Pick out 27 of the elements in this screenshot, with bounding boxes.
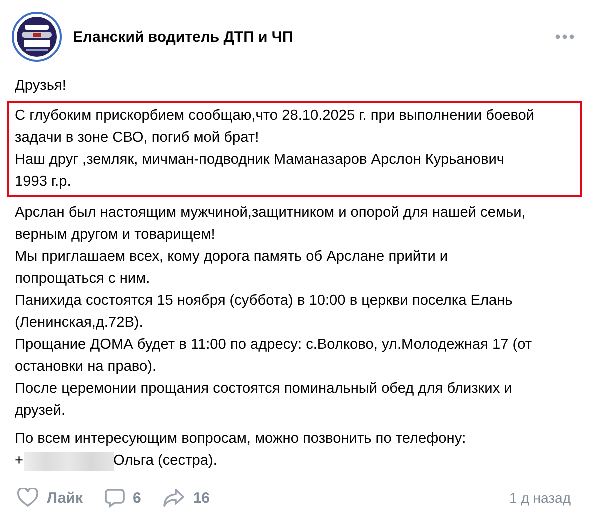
post-text: 1993 г.р. (15, 173, 72, 192)
post-time[interactable]: 1 д назад (510, 490, 571, 506)
post-text: Ольга (сестра). (114, 452, 218, 471)
post-text: По всем интересующим вопросам, можно позвонить по телефону: (15, 430, 468, 449)
post-text: задачи в зоне СВО, погиб мой брат! (15, 129, 260, 148)
post-text: остановки на право). (15, 358, 158, 377)
post-text: После церемонии прощания состоятся поминальный обед для близких и (15, 380, 514, 399)
like-button[interactable]: Лайк (17, 488, 83, 508)
author-name[interactable]: Еланский водитель ДТП и ЧП (73, 28, 555, 46)
post-text: друзей. (15, 402, 67, 421)
more-icon[interactable] (555, 34, 575, 40)
post-text: попрощаться с ним. (15, 270, 152, 289)
comment-icon (104, 488, 125, 508)
post-text: Мы приглашаем всех, кому дорога память об Арслане прийти и (15, 248, 450, 267)
share-button[interactable]: 16 (163, 488, 210, 508)
post-text: + (15, 452, 24, 471)
post-text: С глубоким прискорбием сообщаю,что 28.10.2025 г. при выполнении боевой (15, 107, 536, 126)
post-text: Панихида состоятся 15 ноября (суббота) в 10:00 в церкви поселка Елань (15, 292, 514, 311)
share-icon (163, 488, 186, 508)
post-text: Прощание ДОМА будет в 11:00 по адресу: с.Волково, ул.Молодежная 17 (от (15, 336, 534, 355)
avatar[interactable] (12, 12, 62, 62)
post-text: Арслан был настоящим мужчиной,защитником и опорой для нашей семьи, (15, 204, 527, 223)
post-text: Наш друг ,земляк, мичман-подводник Маманазаров Арслон Курьанович (15, 151, 506, 170)
post-text: Друзья! (15, 77, 68, 96)
comment-button[interactable]: 6 (104, 488, 142, 508)
post-text: верным другом и товарищем! (15, 226, 216, 245)
post-text: (Ленинская,д.72В). (15, 314, 144, 333)
